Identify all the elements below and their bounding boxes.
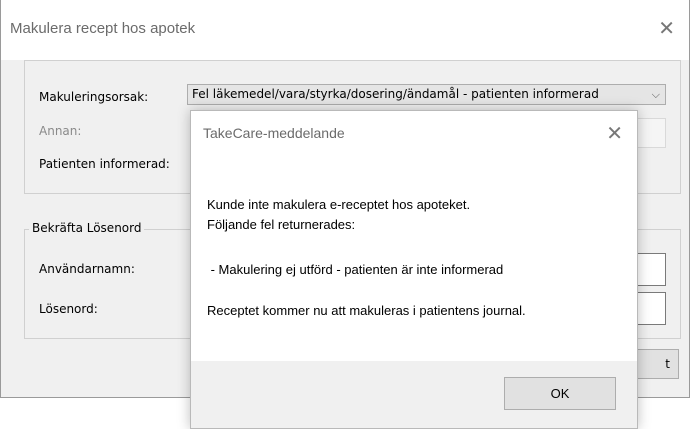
main-titlebar: Makulera recept hos apotek ✕ — [1, 0, 689, 60]
ok-button[interactable]: OK — [504, 377, 616, 410]
message-line-2: Följande fel returnerades: — [207, 217, 356, 232]
close-icon[interactable]: ✕ — [658, 18, 675, 38]
message-dialog: TakeCare-meddelande ✕ Kunde inte makuler… — [190, 110, 638, 429]
other-label: Annan: — [39, 124, 82, 138]
confirm-password-group-title: Bekräfta Lösenord — [29, 221, 145, 235]
reason-label: Makuleringsorsak: — [39, 90, 149, 104]
message-dialog-title: TakeCare-meddelande — [203, 125, 345, 141]
username-field[interactable] — [637, 253, 666, 286]
password-field[interactable] — [637, 292, 666, 325]
chevron-down-icon[interactable]: ⌵ — [652, 85, 660, 104]
confirm-button[interactable]: t — [631, 349, 679, 379]
other-field[interactable] — [637, 118, 666, 148]
message-line-1: Kunde inte makulera e-receptet hos apote… — [207, 197, 471, 212]
username-label: Användarnamn: — [39, 262, 135, 276]
patient-informed-label: Patienten informerad: — [39, 157, 170, 171]
message-line-3: - Makulering ej utförd - patienten är in… — [207, 262, 504, 277]
reason-select-value: Fel läkemedel/vara/styrka/dosering/ändam… — [192, 87, 599, 101]
close-icon[interactable]: ✕ — [606, 123, 623, 143]
main-dialog-title: Makulera recept hos apotek — [10, 20, 196, 37]
message-line-4: Receptet kommer nu att makuleras i patie… — [207, 303, 526, 318]
reason-select[interactable]: Fel läkemedel/vara/styrka/dosering/ändam… — [187, 84, 666, 105]
password-label: Lösenord: — [39, 302, 98, 316]
message-dialog-footer: OK — [191, 361, 637, 428]
